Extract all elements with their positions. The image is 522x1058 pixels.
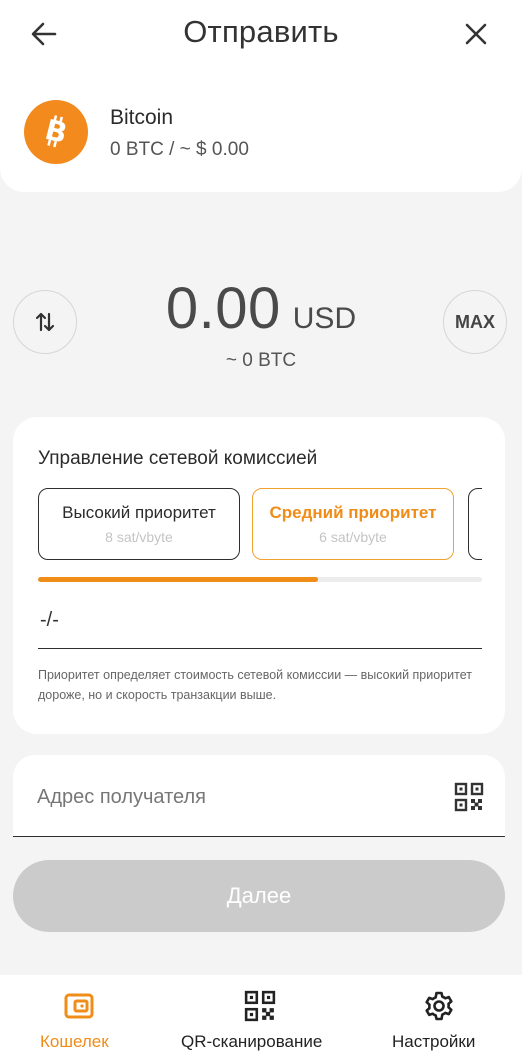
fee-option-label: Высокий приоритет [62, 503, 216, 522]
nav-item-label: QR-сканирование [181, 1032, 323, 1051]
page-title: Отправить [183, 14, 339, 49]
fee-option-rate: 6 sat/vbyte [319, 529, 387, 545]
custom-fee-field[interactable]: -/- [38, 601, 482, 649]
close-button[interactable] [458, 16, 494, 52]
scan-qr-button[interactable] [454, 782, 486, 814]
close-icon [465, 23, 487, 45]
gear-icon [425, 991, 453, 1021]
network-fee-card: Управление сетевой комиссией Высокий при… [13, 417, 505, 734]
asset-name: Bitcoin [110, 106, 174, 129]
amount-currency: USD [292, 302, 357, 335]
fee-options-carousel[interactable]: Высокий приоритет 8 sat/vbyte Средний пр… [38, 488, 482, 560]
nav-item-label: Настройки [392, 1032, 476, 1051]
qr-code-icon [454, 782, 484, 812]
max-button[interactable]: MAX [443, 290, 507, 354]
fee-option-medium[interactable]: Средний приоритет 6 sat/vbyte [252, 488, 454, 560]
swap-vertical-icon [35, 312, 55, 332]
amount-value: 0.00 [165, 276, 281, 341]
fee-option-next-partial[interactable] [468, 488, 482, 560]
nav-item-label: Кошелек [40, 1032, 109, 1051]
fee-option-rate: 8 sat/vbyte [105, 529, 173, 545]
recipient-address-input[interactable] [37, 781, 437, 813]
bitcoin-icon: B [24, 100, 88, 164]
amount-display[interactable]: 0.00 USD [90, 275, 432, 342]
fee-option-label: Средний приоритет [269, 503, 437, 522]
fee-hint-text: Приоритет определяет стоимость сетевой к… [38, 668, 472, 702]
fee-scroll-progress-fill [38, 577, 318, 582]
qr-code-icon [244, 990, 276, 1022]
asset-header-card: Отправить B Bitcoin 0 BTC / ~ $ 0.00 [0, 0, 522, 192]
wallet-icon [64, 993, 94, 1019]
fee-scroll-progress [38, 577, 482, 582]
amount-converted: ~ 0 BTC [225, 350, 297, 371]
recipient-address-card [13, 755, 505, 837]
fee-option-high[interactable]: Высокий приоритет 8 sat/vbyte [38, 488, 240, 560]
swap-currency-button[interactable] [13, 290, 77, 354]
nav-item-wallet[interactable]: Кошелек [30, 975, 130, 1058]
asset-balance: 0 BTC / ~ $ 0.00 [110, 139, 249, 160]
nav-item-qr-scan[interactable]: QR-сканирование [175, 975, 350, 1058]
bottom-navigation: Кошелек QR-сканирование Настройки [0, 975, 522, 1058]
custom-fee-value: -/- [40, 609, 59, 631]
fee-section-title: Управление сетевой комиссией [38, 448, 318, 469]
nav-item-settings[interactable]: Настройки [388, 975, 498, 1058]
next-button[interactable]: Далее [13, 860, 505, 932]
